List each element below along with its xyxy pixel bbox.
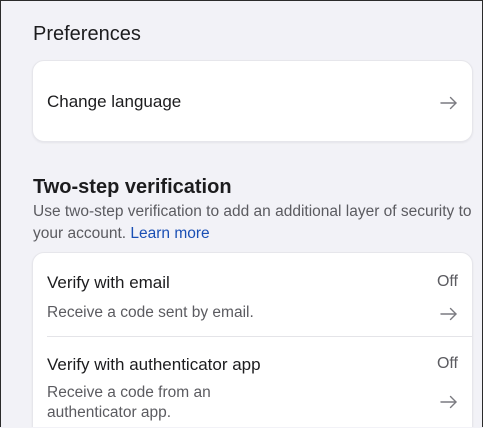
preferences-card: Change language — [32, 60, 473, 142]
two-step-description-text: Use two-step verification to add an addi… — [33, 203, 472, 242]
verify-app-title: Verify with authenticator app — [47, 355, 261, 374]
learn-more-link[interactable]: Learn more — [130, 225, 209, 242]
change-language-label: Change language — [47, 92, 182, 111]
arrow-right-icon — [440, 395, 458, 409]
verify-email-status: Off — [436, 273, 458, 290]
verify-email-title: Verify with email — [47, 273, 170, 292]
arrow-right-icon — [440, 96, 458, 110]
preferences-heading: Preferences — [33, 23, 141, 45]
verify-email-description: Receive a code sent by email. — [47, 304, 254, 321]
two-step-verification-heading: Two-step verification — [33, 176, 232, 198]
verify-app-status: Off — [436, 355, 458, 372]
two-step-verification-description: Use two-step verification to add an addi… — [33, 201, 473, 245]
settings-screen: Preferences Change language Two-step ver… — [0, 0, 483, 427]
verify-app-description: Receive a code from an authenticator app… — [47, 384, 211, 421]
arrow-right-icon — [440, 307, 458, 321]
verify-with-email-row[interactable]: Verify with email Off Receive a code sen… — [33, 253, 472, 336]
verification-options-card: Verify with email Off Receive a code sen… — [32, 252, 473, 427]
verify-with-authenticator-row[interactable]: Verify with authenticator app Off Receiv… — [33, 337, 472, 427]
change-language-row[interactable]: Change language — [33, 61, 472, 141]
